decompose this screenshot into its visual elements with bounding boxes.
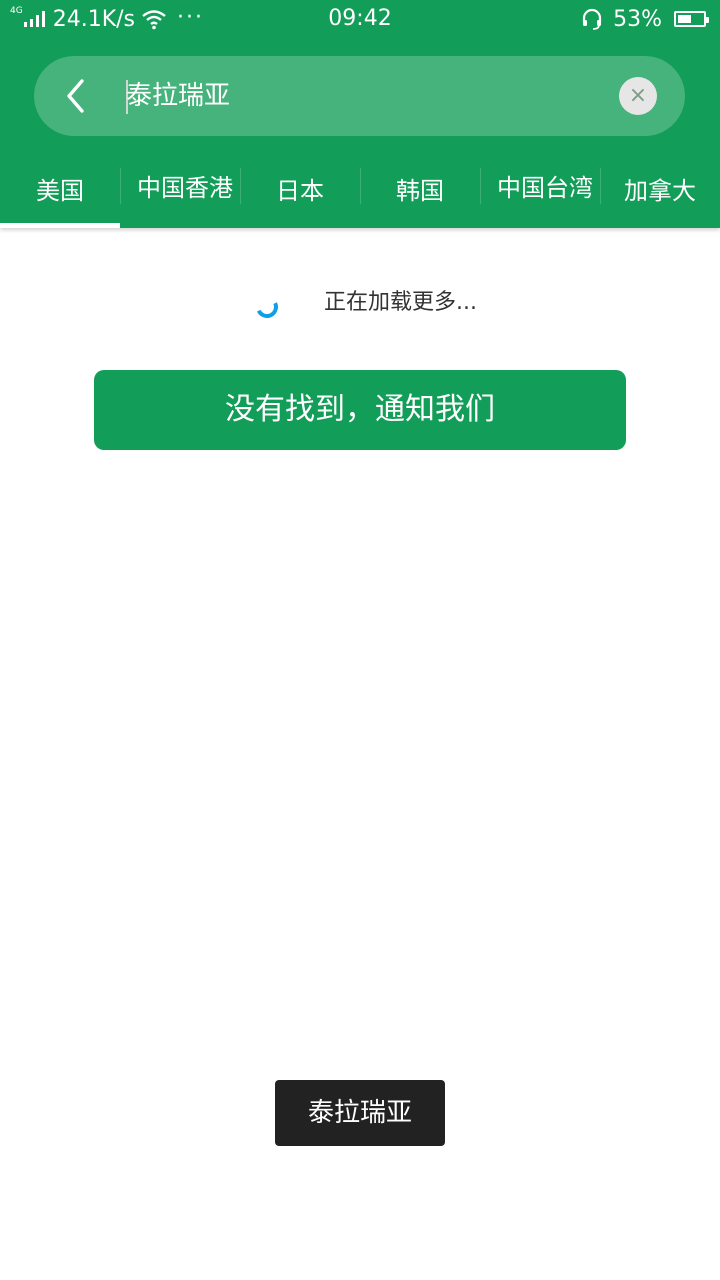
tab-label: 加拿大 <box>624 176 696 205</box>
loading-text: 正在加载更多... <box>324 290 477 315</box>
status-right: 53% <box>581 4 709 34</box>
tab-canada[interactable]: 加拿大 <box>600 148 720 228</box>
search-input[interactable]: 泰拉瑞亚 <box>126 56 230 136</box>
status-bar: 4G 24.1K/s ··· 09:42 53% <box>0 0 720 40</box>
tab-hong-kong[interactable]: 中国香港 <box>120 148 240 228</box>
active-tab-indicator <box>0 223 120 228</box>
tab-us[interactable]: 美国 <box>0 148 120 228</box>
tab-label: 日本 <box>276 176 324 205</box>
notify-us-button[interactable]: 没有找到，通知我们 <box>94 370 626 450</box>
battery-fill <box>678 15 691 23</box>
tab-label: 美国 <box>36 176 84 205</box>
clear-search-icon[interactable]: × <box>619 77 657 115</box>
tab-label: 中国台湾 <box>497 174 593 202</box>
app-header: 4G 24.1K/s ··· 09:42 53% 泰拉瑞亚 × 美国 中国香港 … <box>0 0 720 228</box>
toast-message: 泰拉瑞亚 <box>275 1080 445 1146</box>
battery-percent: 53% <box>613 6 662 32</box>
headset-icon <box>582 8 602 30</box>
tab-label: 中国香港 <box>137 174 233 202</box>
tab-japan[interactable]: 日本 <box>240 148 360 228</box>
battery-nub <box>706 17 709 23</box>
tab-taiwan[interactable]: 中国台湾 <box>480 148 600 228</box>
search-bar[interactable]: 泰拉瑞亚 × <box>34 56 685 136</box>
battery-icon <box>674 11 709 27</box>
tab-label: 韩国 <box>396 176 444 205</box>
loading-spinner-icon <box>252 292 282 322</box>
tab-korea[interactable]: 韩国 <box>360 148 480 228</box>
region-tabs: 美国 中国香港 日本 韩国 中国台湾 加拿大 <box>0 148 720 228</box>
back-arrow-icon[interactable] <box>62 76 90 116</box>
